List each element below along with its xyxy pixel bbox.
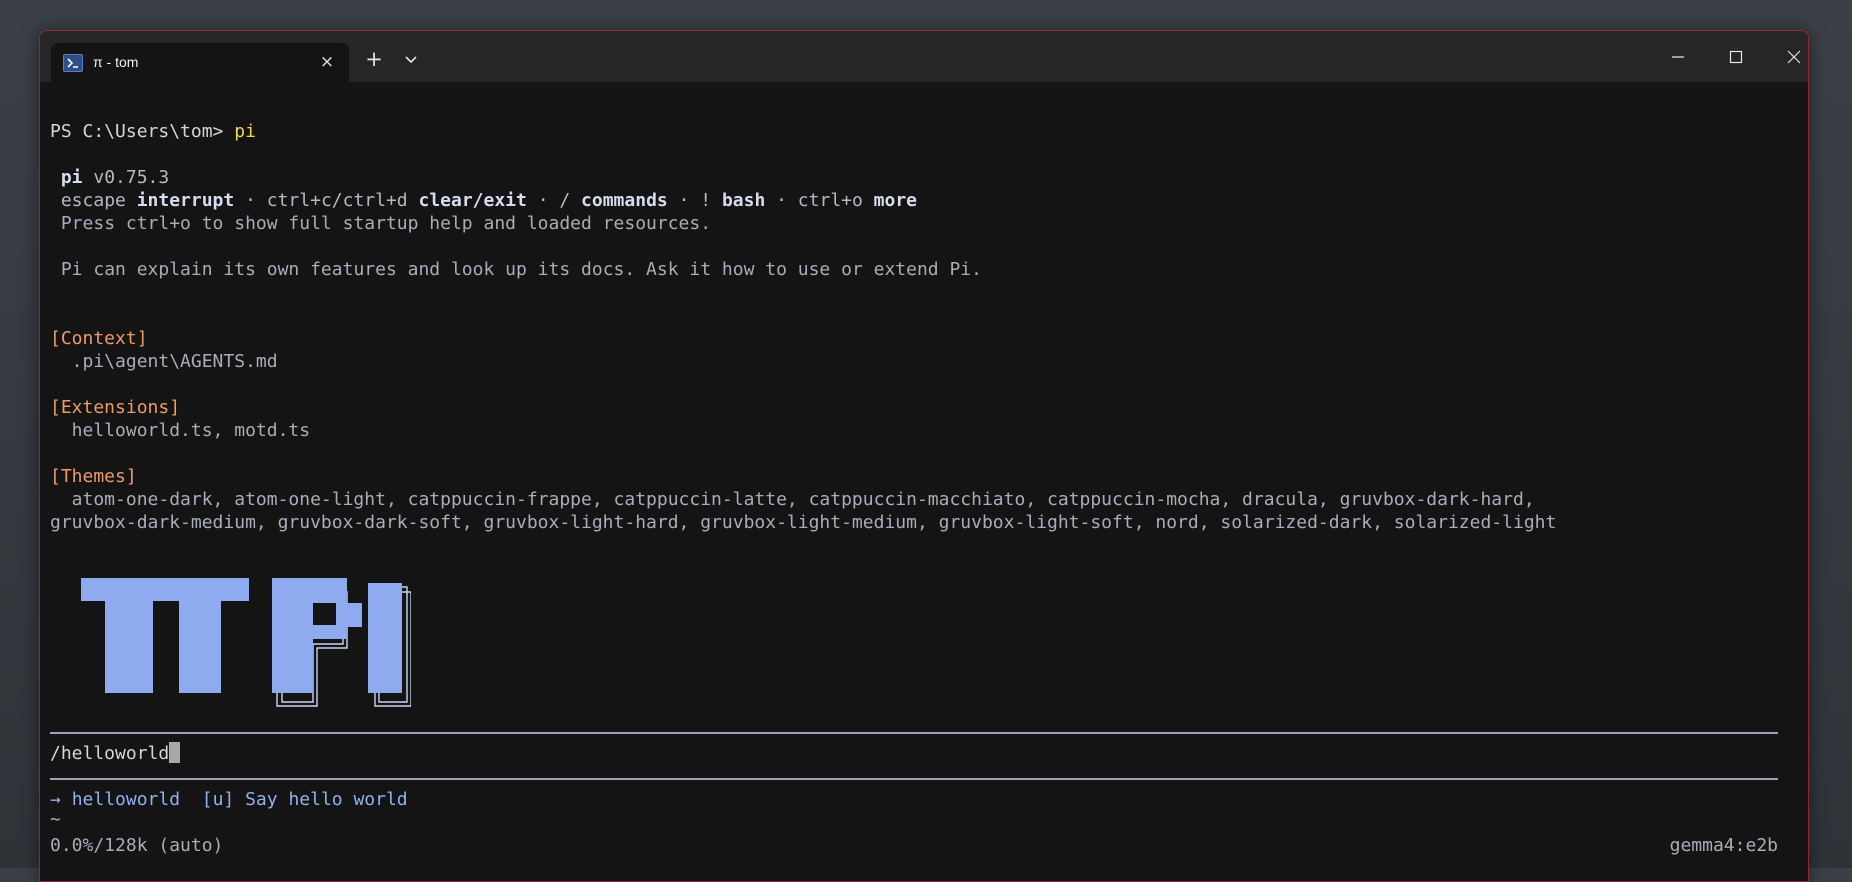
key-bang: · ! [667, 190, 722, 211]
prompt-line: PS C:\Users\tom> pi [50, 120, 256, 143]
extensions-header: [Extensions] [50, 397, 181, 418]
chevron-down-icon [405, 56, 417, 64]
text-cursor [169, 742, 181, 763]
model-name: gemma4:e2b [1669, 835, 1778, 856]
help-hint-line: Press ctrl+o to show full startup help a… [50, 212, 711, 235]
arrow-icon: → [50, 789, 72, 810]
intro-line: Pi can explain its own features and look… [50, 258, 982, 281]
tilde-line: ~ [50, 809, 61, 830]
key-ctrl-c: · ctrl+c/ctrl+d [234, 190, 419, 211]
context-items: .pi\agent\AGENTS.md [50, 351, 278, 372]
close-tab-icon[interactable]: × [318, 53, 336, 71]
key-slash: · / [526, 190, 582, 211]
new-tab-button[interactable]: + [363, 48, 385, 70]
action-bash: bash [721, 190, 766, 211]
action-more: more [873, 190, 918, 211]
input-value: /helloworld [50, 743, 170, 764]
suggestion-item[interactable]: → helloworld [u] Say hello world [50, 788, 408, 811]
tab-title: π - tom [93, 54, 139, 70]
themes-line-2: gruvbox-dark-medium, gruvbox-dark-soft, … [50, 512, 1557, 533]
themes-line-1: atom-one-dark, atom-one-light, catppucci… [50, 489, 1535, 510]
suggestion-name: helloworld [71, 789, 181, 810]
tab-dropdown-button[interactable] [400, 48, 422, 70]
context-usage: 0.0%/128k (auto) [50, 835, 224, 856]
title-bar: π - tom × + [40, 31, 1808, 82]
terminal-output[interactable]: PS C:\Users\tom> pi pi v0.75.3 escape in… [50, 86, 1790, 876]
version: v0.75.3 [93, 167, 170, 188]
action-clear-exit: clear/exit [418, 190, 527, 211]
app-name: pi [60, 167, 83, 188]
maximize-button[interactable] [1713, 39, 1759, 75]
extensions-items: helloworld.ts, motd.ts [50, 420, 311, 441]
minimize-icon [1672, 56, 1684, 58]
input-bottom-border [50, 778, 1778, 780]
context-header: [Context] [50, 328, 148, 349]
prompt: PS C:\Users\tom> [50, 121, 235, 142]
keybindings-line: escape interrupt · ctrl+c/ctrl+d clear/e… [50, 189, 917, 212]
intro-text: Pi can explain its own features and look… [60, 259, 982, 280]
key-ctrl-o: · ctrl+o [765, 190, 874, 211]
action-interrupt: interrupt [136, 190, 235, 211]
suggestion-description: Say hello world [245, 789, 408, 810]
version-line: pi v0.75.3 [50, 166, 169, 189]
powershell-icon [63, 54, 83, 72]
typed-command: pi [234, 121, 256, 142]
command-input[interactable]: /helloworld [50, 742, 181, 765]
close-window-button[interactable] [1771, 39, 1808, 75]
maximize-icon [1729, 50, 1743, 64]
minimize-button[interactable] [1655, 39, 1701, 75]
pi-logo: PI [81, 578, 411, 707]
input-top-border [50, 732, 1778, 734]
themes-header: [Themes] [50, 466, 137, 487]
action-commands: commands [581, 190, 668, 211]
suggestion-scope: [u] [180, 789, 246, 810]
help-hint: Press ctrl+o to show full startup help a… [60, 213, 712, 234]
terminal-tab[interactable]: π - tom × [51, 43, 349, 82]
key-escape: escape [60, 190, 137, 211]
close-icon [1787, 50, 1801, 64]
terminal-window: π - tom × + PS C:\Users\tom> pi pi v0.75… [39, 30, 1809, 882]
